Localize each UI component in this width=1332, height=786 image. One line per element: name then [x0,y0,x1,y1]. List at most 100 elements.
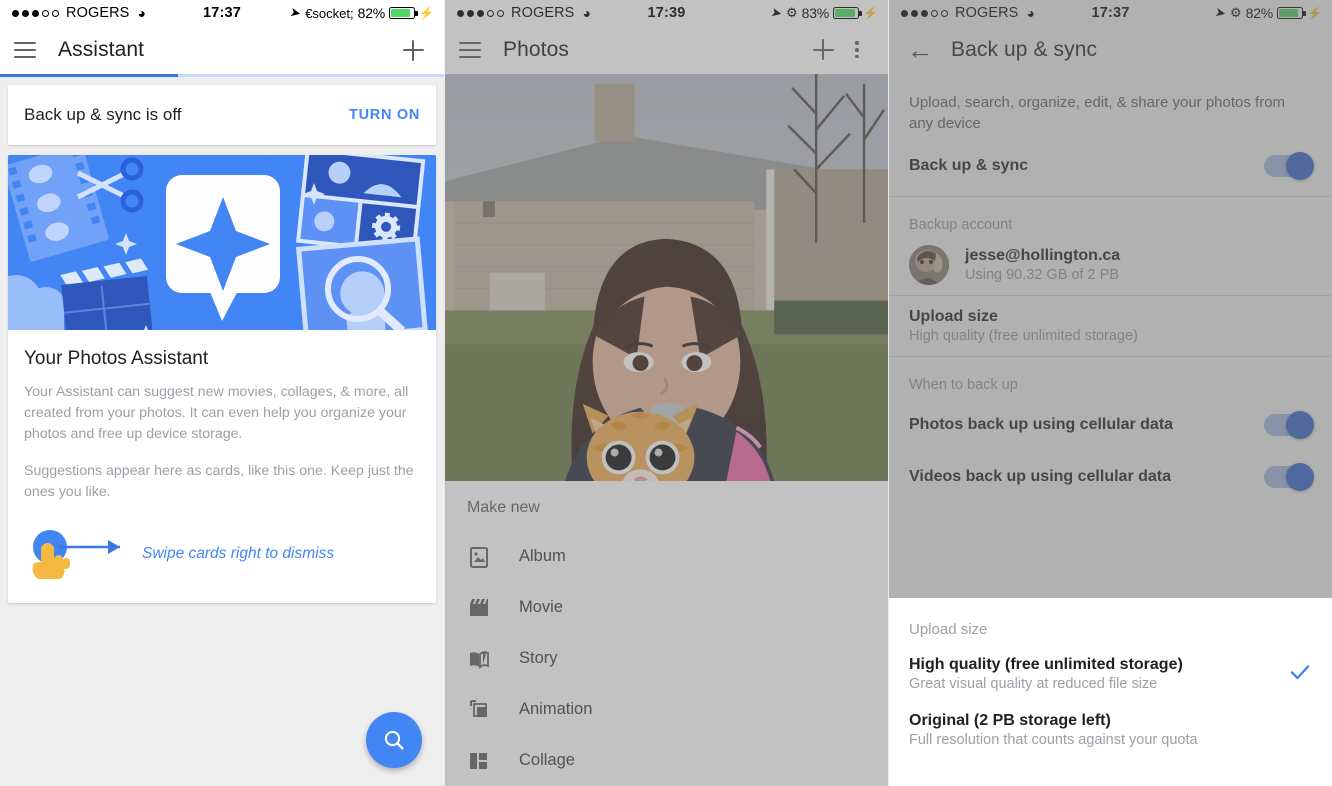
assistant-card-title: Your Photos Assistant [24,348,209,369]
backup-account-row[interactable]: jesse@hollington.ca Using 90.32 GB of 2 … [889,239,1332,291]
status-bar: ROGERS ◕ 17:37 ➤ ⚙ 82% ⚡ [889,0,1332,26]
hamburger-menu-icon[interactable] [14,42,36,58]
photos-cellular-toggle[interactable] [1264,411,1314,439]
charging-bolt-icon: ⚡ [419,6,434,20]
animation-stack-icon [467,698,519,722]
signal-dots-icon [12,9,59,17]
collage-grid-icon [467,749,519,773]
photos-cellular-label: Photos back up using cellular data [909,416,1174,433]
assistant-card-paragraph-1: Your Assistant can suggest new movies, c… [24,384,409,442]
assistant-card-body: Your Photos Assistant Your Assistant can… [8,330,436,603]
add-button[interactable] [396,33,430,67]
page-title: Assistant [58,38,145,61]
backup-sync-card[interactable]: Back up & sync is off TURN ON [8,85,436,145]
back-arrow-icon: ← [907,35,933,65]
sheet-option-subtitle: Full resolution that counts against your… [909,732,1198,748]
make-new-item-label: Album [519,547,566,565]
sheet-option-original[interactable]: Original (2 PB storage left) Full resolu… [889,702,1332,758]
carrier-name: ROGERS [955,5,1019,21]
search-fab-button[interactable] [366,712,422,768]
battery-percent: 83% [801,5,830,21]
plus-icon [812,39,834,61]
backup-account-usage: Using 90.32 GB of 2 PB [965,267,1119,283]
sheet-option-title: Original (2 PB storage left) [909,712,1111,729]
avatar-photo [909,245,949,285]
page-title: Photos [503,37,569,61]
sheet-option-text: High quality (free unlimited storage) Gr… [909,656,1183,692]
make-new-item-story[interactable]: Story [467,633,868,684]
status-left: ROGERS ◕ [12,5,146,21]
status-bar: ROGERS ◕ 17:39 ➤ ⚙ 83% ⚡ [445,0,888,26]
videos-cellular-toggle[interactable] [1264,463,1314,491]
make-new-item-label: Collage [519,751,575,769]
upload-size-row[interactable]: Upload size High quality (free unlimited… [889,300,1332,352]
three-panel-screenshot: ROGERS ◕ 17:37 ➤ €socket; 82% ⚡ Assistan… [0,0,1332,786]
plus-icon [402,39,424,61]
sheet-title: Upload size [909,621,988,638]
sheet-option-title: High quality (free unlimited storage) [909,656,1183,673]
make-new-item-label: Movie [519,598,564,616]
carrier-name: ROGERS [66,5,130,21]
location-arrow-icon: ➤ [769,4,784,21]
swipe-gesture-icon [24,525,134,583]
kebab-menu-icon [855,41,859,59]
divider [889,295,1332,296]
photo-preview[interactable] [445,73,888,481]
assistant-hero-illustration [8,155,436,330]
panel-assistant: ROGERS ◕ 17:37 ➤ €socket; 82% ⚡ Assistan… [0,0,444,786]
carrier-name: ROGERS [511,5,575,21]
bluetooth-icon: ⚙ [785,5,798,20]
turn-on-button[interactable]: TURN ON [349,107,420,123]
charging-bolt-icon: ⚡ [1307,6,1322,20]
sheet-option-text: Original (2 PB storage left) Full resolu… [909,712,1198,748]
upload-size-bottom-sheet: Upload size High quality (free unlimited… [889,599,1332,786]
location-arrow-icon: ➤ [288,4,303,21]
when-to-back-up-section-header: When to back up [909,377,1018,393]
assistant-feed: Back up & sync is off TURN ON Your Photo… [0,77,444,786]
back-button[interactable]: ← [903,33,937,67]
movie-clapper-icon [467,596,519,620]
make-new-item-label: Story [519,649,558,667]
wifi-icon: ◕ [1026,5,1035,21]
sheet-option-subtitle: Great visual quality at reduced file siz… [909,676,1158,692]
swipe-hint-label: Swipe cards right to dismiss [142,545,335,562]
photos-cellular-toggle-row[interactable]: Photos back up using cellular data [889,399,1332,451]
make-new-item-animation[interactable]: Animation [467,684,868,735]
overflow-menu-button[interactable] [840,33,874,67]
wifi-icon: ◕ [137,5,146,21]
videos-cellular-label: Videos back up using cellular data [909,468,1172,485]
bluetooth-icon: €socket; [305,5,354,21]
status-left: ROGERS ◕ [457,5,591,21]
page-title: Back up & sync [951,38,1098,61]
hamburger-menu-icon[interactable] [459,42,481,58]
battery-icon [833,7,862,19]
make-new-item-collage[interactable]: Collage [467,735,868,786]
charging-bolt-icon: ⚡ [863,6,878,20]
battery-percent: 82% [357,5,386,21]
backup-sync-toggle-row[interactable]: Back up & sync [889,140,1332,192]
videos-cellular-toggle-row[interactable]: Videos back up using cellular data [889,451,1332,503]
make-new-label: Make new [467,499,540,516]
make-new-item-movie[interactable]: Movie [467,582,868,633]
search-icon [384,730,404,750]
photo-girl-with-plush-cat [445,73,888,481]
upload-size-info: Upload size High quality (free unlimited… [909,308,1138,344]
add-button[interactable] [806,33,840,67]
wifi-icon: ◕ [582,5,591,21]
divider [889,356,1332,357]
backup-account-section-header: Backup account [909,217,1013,233]
backup-sync-toggle-label: Back up & sync [909,157,1029,174]
make-new-section: Make new Album Movie Story Animation Col… [445,481,888,786]
panel-backup-sync: ROGERS ◕ 17:37 ➤ ⚙ 82% ⚡ ← Back up & syn… [888,0,1332,786]
album-icon [467,545,519,569]
signal-dots-icon [901,9,948,17]
status-right: ➤ €socket; 82% ⚡ [288,4,434,21]
make-new-item-album[interactable]: Album [467,531,868,582]
backup-sync-toggle[interactable] [1264,152,1314,180]
battery-percent: 82% [1245,5,1274,21]
backup-sync-description: Upload, search, organize, edit, & share … [909,94,1286,132]
divider [889,196,1332,197]
upload-size-value: High quality (free unlimited storage) [909,328,1138,344]
assistant-intro-card[interactable]: Your Photos Assistant Your Assistant can… [8,155,436,603]
sheet-option-high-quality[interactable]: High quality (free unlimited storage) Gr… [889,646,1332,702]
